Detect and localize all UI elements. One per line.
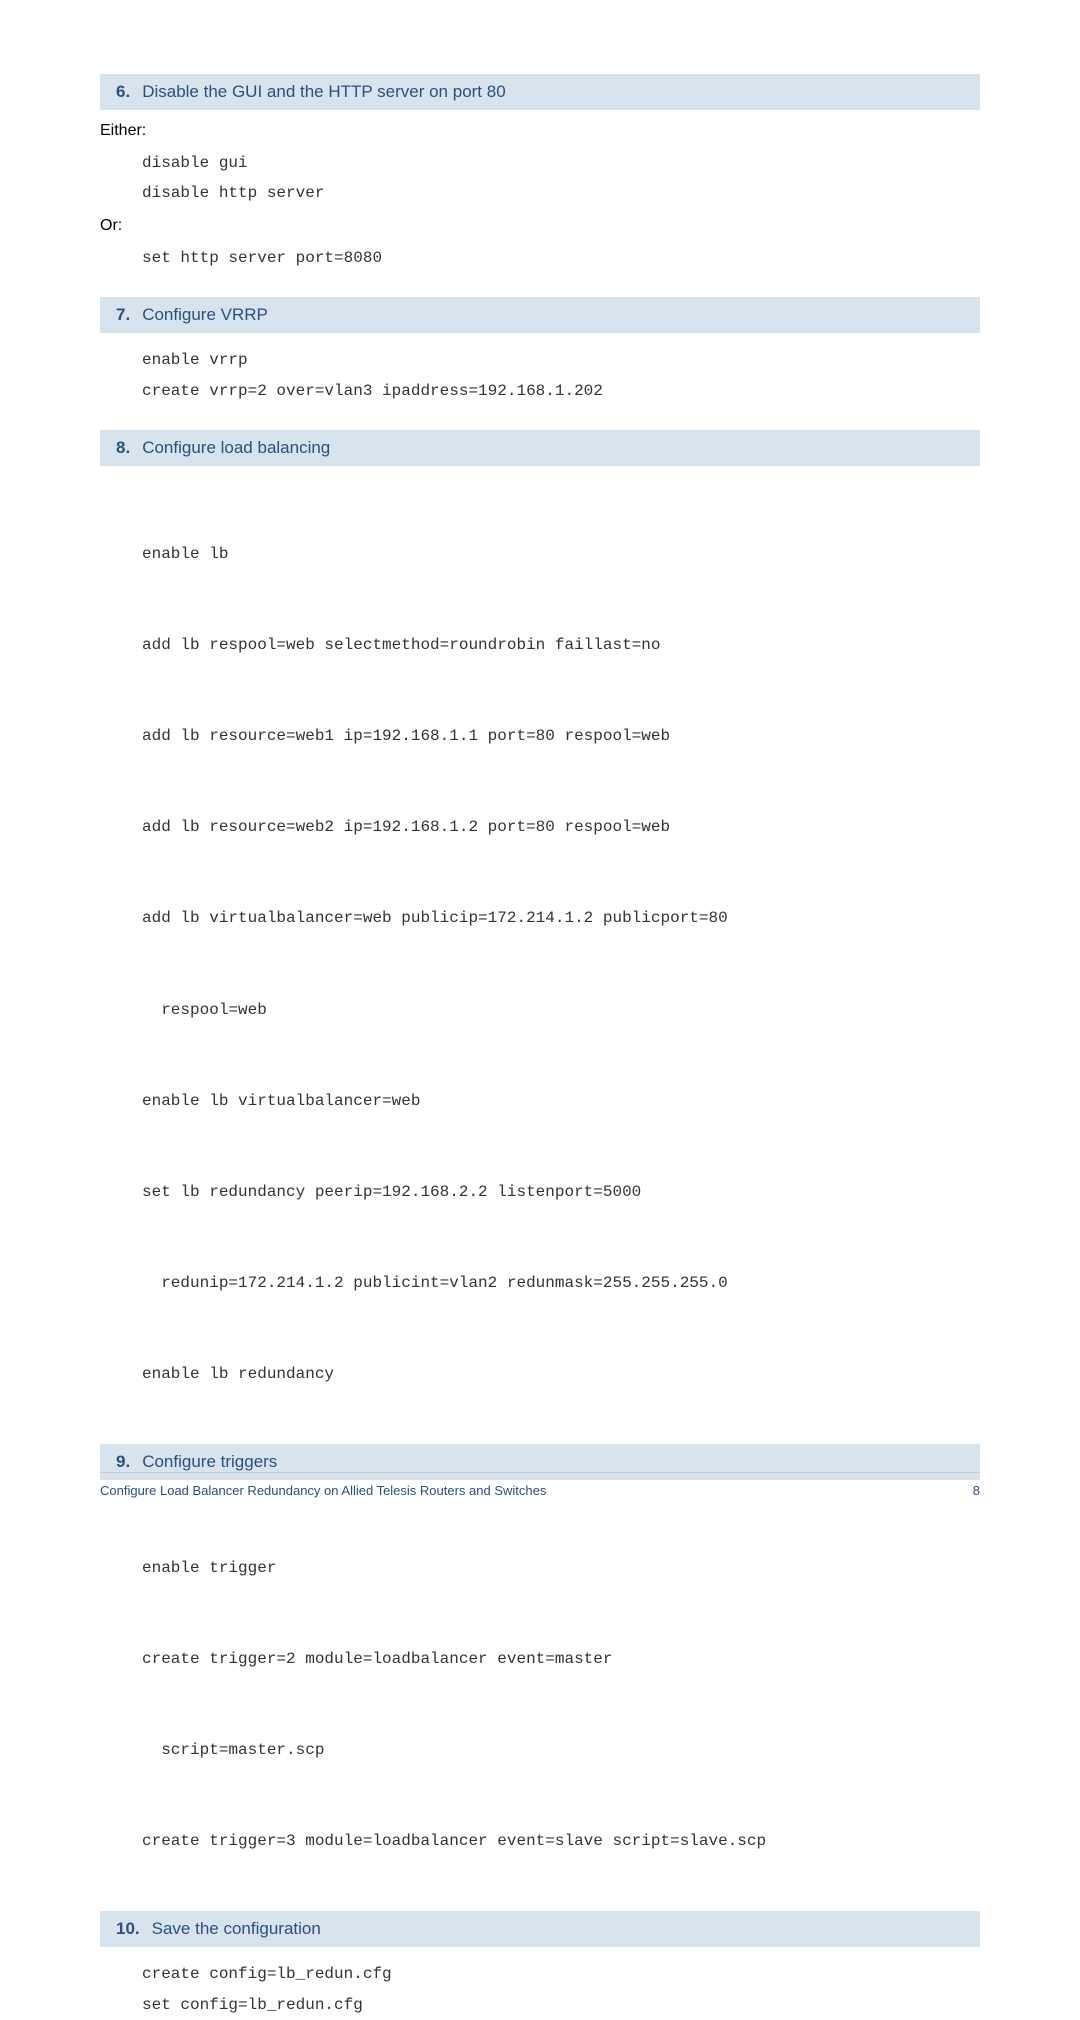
code-line: enable lb	[142, 539, 980, 569]
code-vrrp: enable vrrp create vrrp=2 over=vlan3 ipa…	[100, 345, 980, 406]
step-title: Configure load balancing	[142, 438, 330, 457]
footer-title: Configure Load Balancer Redundancy on Al…	[100, 1483, 546, 1498]
code-triggers: enable trigger create trigger=2 module=l…	[100, 1492, 980, 1887]
code-line: add lb respool=web selectmethod=roundrob…	[142, 630, 980, 660]
step-8-header: 8. Configure load balancing	[100, 430, 980, 466]
code-loadbalancing: enable lb add lb respool=web selectmetho…	[100, 478, 980, 1420]
step-title: Save the configuration	[152, 1919, 321, 1938]
step-num: 10.	[116, 1919, 140, 1938]
code-line: enable lb virtualbalancer=web	[142, 1086, 980, 1116]
step-6-header: 6. Disable the GUI and the HTTP server on…	[100, 74, 980, 110]
code-or: set http server port=8080	[100, 243, 980, 273]
code-cont: redunip=172.214.1.2 publicint=vlan2 redu…	[142, 1268, 980, 1298]
step-num: 8.	[116, 438, 130, 457]
code-line: enable trigger	[142, 1553, 980, 1583]
code-line: enable lb redundancy	[142, 1359, 980, 1389]
step-7-header: 7. Configure VRRP	[100, 297, 980, 333]
code-cont: script=master.scp	[142, 1735, 980, 1765]
footer-page-number: 8	[973, 1483, 980, 1498]
step-10-header: 10. Save the configuration	[100, 1911, 980, 1947]
step-num: 6.	[116, 82, 130, 101]
code-save: create config=lb_redun.cfg set config=lb…	[100, 1959, 980, 2020]
step-num: 9.	[116, 1452, 130, 1471]
code-cont: respool=web	[142, 995, 980, 1025]
code-line: add lb resource=web1 ip=192.168.1.1 port…	[142, 721, 980, 751]
code-line: create trigger=2 module=loadbalancer eve…	[142, 1644, 980, 1674]
code-line: set lb redundancy peerip=192.168.2.2 lis…	[142, 1177, 980, 1207]
code-line: add lb virtualbalancer=web publicip=172.…	[142, 903, 980, 933]
page-footer: Configure Load Balancer Redundancy on Al…	[100, 1472, 980, 1498]
code-line: add lb resource=web2 ip=192.168.1.2 port…	[142, 812, 980, 842]
code-either: disable gui disable http server	[100, 148, 980, 209]
step-title: Configure triggers	[142, 1452, 277, 1471]
code-line: create trigger=3 module=loadbalancer eve…	[142, 1826, 980, 1856]
or-label: Or:	[100, 217, 980, 235]
either-label: Either:	[100, 122, 980, 140]
step-num: 7.	[116, 305, 130, 324]
step-title: Disable the GUI and the HTTP server on p…	[142, 82, 505, 101]
step-title: Configure VRRP	[142, 305, 268, 324]
